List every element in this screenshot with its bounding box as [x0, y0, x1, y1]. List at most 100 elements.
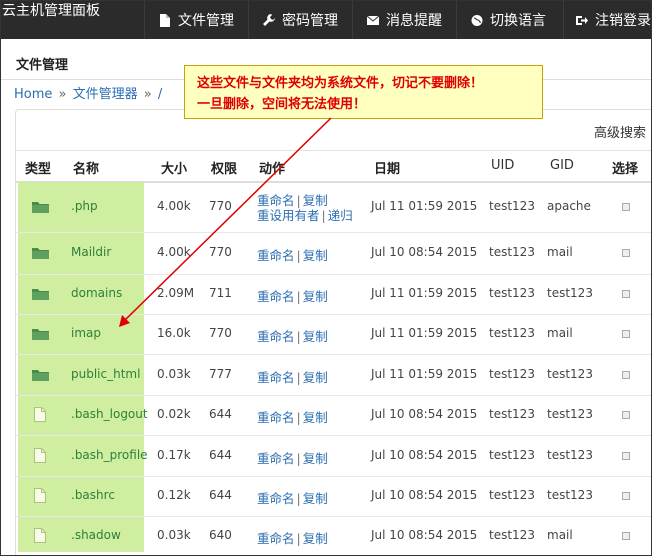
table-row: .php 4.00k 770 重命名 | 复制 重设用有者 | 递归 Jul 11 01:59… [16, 182, 651, 233]
file-size: 4.00k [157, 199, 191, 213]
rename-link[interactable]: 重命名 [257, 248, 295, 263]
row-actions: 重命名 | 复制 [257, 245, 328, 264]
file-icon[interactable] [34, 488, 46, 503]
nav-file-manager[interactable]: 文件管理 [144, 1, 248, 39]
row-actions: 重命名 | 复制 [257, 407, 328, 426]
set-owner-link[interactable]: 重设用有者 [257, 208, 320, 223]
select-checkbox[interactable] [622, 330, 630, 338]
col-name[interactable]: 名称 [73, 158, 99, 177]
col-date[interactable]: 日期 [374, 158, 400, 177]
file-table-panel: 高级搜索 类型 名称 大小 权限 动作 日期 UID GID 选择 .php 4.… [15, 109, 651, 555]
nav-label: 切换语言 [490, 13, 546, 29]
folder-icon[interactable] [32, 287, 49, 300]
file-permission[interactable]: 644 [209, 407, 232, 421]
recursive-link[interactable]: 递归 [328, 208, 353, 223]
file-icon[interactable] [34, 528, 46, 543]
file-uid: test123 [489, 367, 535, 381]
row-actions: 重命名 | 复制 [257, 488, 328, 507]
copy-link[interactable]: 复制 [303, 531, 328, 546]
copy-link[interactable]: 复制 [303, 329, 328, 344]
nav-password-manager[interactable]: 密码管理 [248, 1, 352, 39]
file-name[interactable]: imap [71, 326, 101, 340]
file-name[interactable]: domains [71, 286, 122, 300]
select-checkbox[interactable] [622, 203, 630, 211]
nav-messages[interactable]: 消息提醒 [352, 1, 456, 39]
file-name[interactable]: public_html [71, 367, 140, 381]
advanced-search-link[interactable]: 高级搜索 [594, 122, 646, 141]
breadcrumb-path[interactable]: / [158, 87, 162, 102]
file-permission[interactable]: 711 [209, 286, 232, 300]
file-name[interactable]: .php [71, 199, 98, 213]
table-row: .bashrc 0.12k 644 重命名 | 复制 Jul 10 08:54 2015 t… [16, 476, 651, 517]
file-permission[interactable]: 770 [209, 326, 232, 340]
file-size: 2.09M [157, 286, 195, 300]
copy-link[interactable]: 复制 [303, 370, 328, 385]
file-permission[interactable]: 640 [209, 528, 232, 542]
file-icon[interactable] [34, 448, 46, 463]
select-checkbox[interactable] [622, 249, 630, 257]
file-name[interactable]: .bash_logout [71, 407, 148, 421]
nav-label: 文件管理 [178, 13, 234, 29]
copy-link[interactable]: 复制 [303, 410, 328, 425]
window-frame: 云主机管理面板 文件管理 密码管理 消息提醒 切换语言 注销登录 文件管理 Ho… [0, 0, 652, 556]
rename-link[interactable]: 重命名 [257, 193, 295, 208]
file-date: Jul 11 01:59 2015 [371, 326, 478, 340]
select-checkbox[interactable] [622, 492, 630, 500]
file-name[interactable]: .bash_profile [71, 448, 148, 462]
file-uid: test123 [489, 326, 535, 340]
file-name[interactable]: .shadow [71, 528, 121, 542]
select-checkbox[interactable] [622, 452, 630, 460]
breadcrumb-home[interactable]: Home [14, 87, 52, 102]
envelope-icon [367, 15, 379, 25]
file-name[interactable]: .bashrc [71, 488, 115, 502]
col-size[interactable]: 大小 [161, 158, 187, 177]
file-uid: test123 [489, 488, 535, 502]
nav-switch-language[interactable]: 切换语言 [456, 1, 563, 39]
breadcrumb: Home » 文件管理器 » / [14, 83, 162, 102]
copy-link[interactable]: 复制 [303, 248, 328, 263]
file-size: 0.03k [157, 367, 191, 381]
file-gid: mail [547, 326, 573, 340]
file-uid: test123 [489, 528, 535, 542]
file-permission[interactable]: 770 [209, 199, 232, 213]
folder-icon[interactable] [32, 246, 49, 259]
col-uid[interactable]: UID [491, 158, 514, 173]
rename-link[interactable]: 重命名 [257, 289, 295, 304]
row-actions: 重命名 | 复制 [257, 367, 328, 386]
file-icon[interactable] [34, 407, 46, 422]
nav-logout[interactable]: 注销登录 [563, 1, 651, 39]
file-gid: test123 [547, 367, 593, 381]
file-name[interactable]: Maildir [71, 245, 111, 259]
rename-link[interactable]: 重命名 [257, 370, 295, 385]
separator: | [296, 370, 301, 385]
page-title: 文件管理 [16, 58, 69, 73]
select-checkbox[interactable] [622, 411, 630, 419]
copy-link[interactable]: 复制 [303, 491, 328, 506]
file-permission[interactable]: 644 [209, 488, 232, 502]
rename-link[interactable]: 重命名 [257, 329, 295, 344]
copy-link[interactable]: 复制 [303, 193, 328, 208]
file-permission[interactable]: 777 [209, 367, 232, 381]
folder-icon[interactable] [32, 368, 49, 381]
select-checkbox[interactable] [622, 290, 630, 298]
rename-link[interactable]: 重命名 [257, 531, 295, 546]
folder-icon[interactable] [32, 327, 49, 340]
rename-link[interactable]: 重命名 [257, 451, 295, 466]
col-select: 选择 [612, 162, 639, 177]
folder-icon[interactable] [32, 200, 49, 213]
rename-link[interactable]: 重命名 [257, 491, 295, 506]
separator: | [321, 208, 326, 223]
table-row: imap 16.0k 770 重命名 | 复制 Jul 11 01:59 2015 test… [16, 314, 651, 355]
select-checkbox[interactable] [622, 532, 630, 540]
file-permission[interactable]: 770 [209, 245, 232, 259]
brand-title: 云主机管理面板 [2, 3, 100, 19]
copy-link[interactable]: 复制 [303, 289, 328, 304]
select-checkbox[interactable] [622, 371, 630, 379]
file-size: 0.02k [157, 407, 191, 421]
col-gid[interactable]: GID [550, 158, 574, 173]
file-permission[interactable]: 644 [209, 448, 232, 462]
col-permission[interactable]: 权限 [211, 158, 237, 177]
copy-link[interactable]: 复制 [303, 451, 328, 466]
breadcrumb-file-manager[interactable]: 文件管理器 [73, 87, 138, 102]
rename-link[interactable]: 重命名 [257, 410, 295, 425]
